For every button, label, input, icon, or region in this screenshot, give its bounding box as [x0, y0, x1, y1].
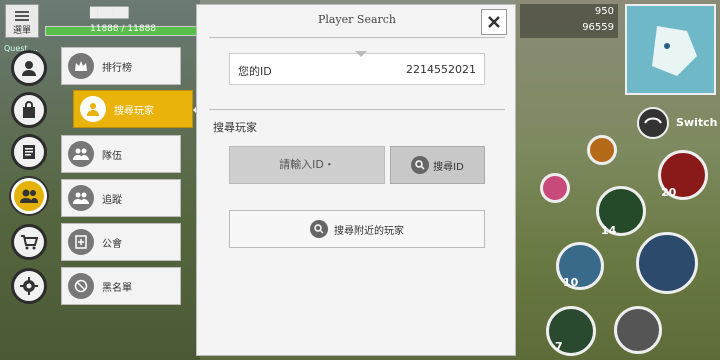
search-id-button[interactable]: 搜尋ID — [390, 146, 485, 184]
search-section-label: 搜尋玩家 — [213, 121, 257, 134]
item-button[interactable] — [540, 173, 570, 203]
map-terrain-icon — [652, 26, 697, 76]
menu-item-blacklist[interactable]: 黑名單 — [61, 267, 181, 305]
menu-item-label: 隊伍 — [102, 150, 122, 162]
profile-button[interactable] — [11, 50, 47, 86]
switch-button[interactable]: Switch — [636, 106, 718, 140]
menu-item-ranking[interactable]: 排行榜 — [61, 47, 181, 85]
menu-item-guild[interactable]: 公會 — [61, 223, 181, 261]
search-nearby-label: 搜尋附近的玩家 — [334, 225, 404, 237]
search-id-label: 搜尋ID — [433, 161, 464, 173]
menu-item-party[interactable]: 隊伍 — [61, 135, 181, 173]
my-id-label: 您的ID — [238, 65, 272, 78]
switch-label: Switch — [676, 116, 718, 129]
skill-cooldown: 7 — [555, 340, 563, 353]
player-search-dialog: Player Search 您的ID 2214552021 搜尋玩家 請輸入ID… — [196, 4, 516, 356]
skill-button-4[interactable] — [636, 232, 698, 294]
skill-button-5[interactable]: 7 — [546, 306, 596, 356]
search-icon — [411, 156, 430, 174]
person-icon — [22, 61, 36, 76]
skill-button-3[interactable]: 10 — [556, 242, 604, 290]
menu-item-label: 追蹤 — [102, 194, 122, 206]
party-icon — [68, 141, 94, 167]
player-id-input[interactable]: 請輸入ID・ — [229, 146, 385, 184]
player-name: █████ — [90, 8, 129, 19]
minimap[interactable] — [625, 4, 716, 95]
close-button[interactable] — [481, 9, 507, 35]
notes-icon — [23, 145, 35, 159]
bag-icon — [23, 101, 35, 118]
divider — [209, 109, 505, 110]
menu-item-label: 公會 — [102, 238, 122, 250]
cart-icon — [21, 235, 38, 250]
shop-button[interactable] — [11, 224, 47, 260]
switch-icon — [637, 107, 669, 139]
my-id-value: 2214552021 — [406, 63, 476, 76]
menu-item-label: 黑名單 — [102, 282, 132, 294]
resource-gauges: 950 96559 — [520, 4, 620, 40]
menu-item-follow[interactable]: 追蹤 — [61, 179, 181, 217]
search-nearby-button[interactable]: 搜尋附近的玩家 — [229, 210, 485, 248]
id-box-notch — [355, 51, 367, 57]
crown-icon — [68, 53, 94, 79]
dialog-title: Player Search — [317, 13, 397, 26]
group-icon — [20, 189, 38, 203]
player-status-hud: 選單 █████ 11888 / 11888 Quest ... — [0, 0, 200, 53]
menu-item-player-search[interactable]: 搜尋玩家 — [73, 90, 193, 128]
menu-button[interactable]: 選單 — [5, 4, 39, 38]
menu-label: 選單 — [12, 26, 31, 36]
divider — [209, 37, 505, 38]
follow-icon — [68, 185, 94, 211]
search-icon — [310, 220, 328, 238]
skill-cooldown: 20 — [661, 186, 677, 199]
block-icon — [68, 273, 94, 299]
hp-text: 11888 / 11888 — [90, 24, 157, 34]
dash-button[interactable] — [614, 306, 662, 354]
guild-icon — [68, 229, 94, 255]
skill-button-1[interactable]: 20 — [658, 150, 708, 200]
skill-button-6[interactable] — [587, 135, 617, 165]
gauge-top-value: 950 — [594, 6, 614, 17]
quest-log-button[interactable] — [11, 134, 47, 170]
inventory-button[interactable] — [11, 92, 47, 128]
menu-item-label: 搜尋玩家 — [114, 105, 154, 117]
settings-button[interactable] — [11, 268, 47, 304]
social-button[interactable] — [11, 178, 47, 214]
skill-button-2[interactable]: 14 — [596, 186, 646, 237]
person-search-icon — [80, 96, 106, 122]
skill-cooldown: 10 — [563, 276, 579, 289]
my-id-box: 您的ID 2214552021 — [229, 53, 485, 85]
gauge-bottom-value: 96559 — [582, 22, 614, 33]
gear-icon — [20, 277, 38, 295]
close-icon — [488, 16, 500, 28]
skill-cooldown: 14 — [601, 224, 617, 237]
menu-item-label: 排行榜 — [102, 62, 132, 74]
hamburger-icon — [15, 11, 29, 21]
